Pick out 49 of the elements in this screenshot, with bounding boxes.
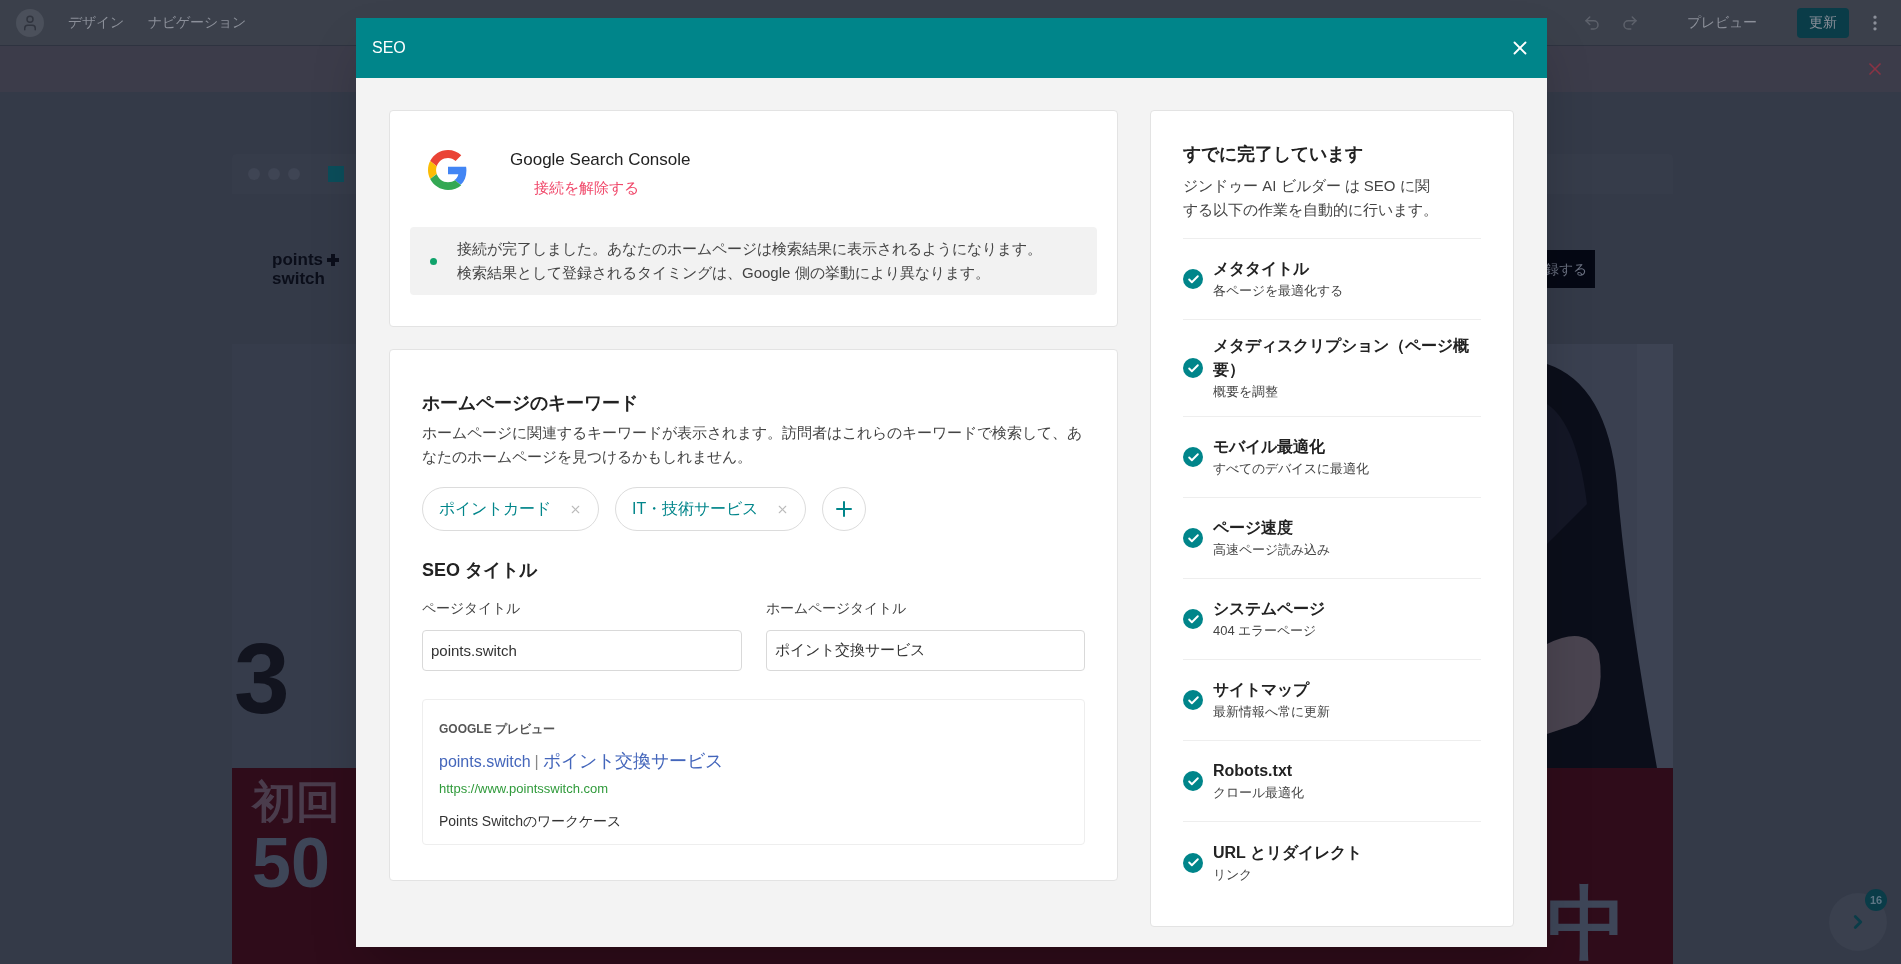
preview-page-title: points.switch <box>439 752 531 772</box>
redo-icon[interactable] <box>1621 13 1639 32</box>
task-title: モバイル最適化 <box>1213 437 1326 457</box>
task-title: サイトマップ <box>1213 680 1311 700</box>
section-heading: SEO タイトル <box>422 559 539 582</box>
title-input-field[interactable]: points.switch <box>422 630 742 671</box>
section-description: ホームページに関連するキーワードが表示されます。訪問者はこれらのキーワードで検索して、あなたのホームページを見つけるかもしれません。 <box>422 423 1083 467</box>
update-button[interactable]: 更新 <box>1797 7 1849 38</box>
task-detail: 最新情報へ常に更新 <box>1213 703 1330 721</box>
nav-link[interactable]: デザイン <box>68 12 124 33</box>
title-separator: | <box>534 752 539 772</box>
task-title: システムページ <box>1213 599 1325 619</box>
card-heading: すでに完了しています <box>1183 143 1364 166</box>
task-title: Robots.txt <box>1213 761 1294 781</box>
preview-description: Points Switchのワークケース <box>439 811 623 831</box>
status-text: 検索結果として登録されるタイミングは、Google 側の挙動により異なります。 <box>457 263 991 283</box>
nav-link[interactable]: ナビゲーション <box>148 12 246 33</box>
task-title: ページ速度 <box>1213 518 1294 538</box>
preview-link[interactable]: プレビュー <box>1687 12 1757 33</box>
plus-icon <box>327 253 339 266</box>
banner-text: 中 <box>1547 884 1627 964</box>
task-detail: リンク <box>1213 865 1253 884</box>
card-description: ジンドゥー AI ビルダー は SEO に関する以下の作業を自動的に行います。 <box>1183 174 1481 239</box>
task-title: メタタイトル <box>1213 259 1310 279</box>
task-detail: 概要を調整 <box>1213 383 1279 401</box>
section-heading: ホームページのキーワード <box>422 392 639 415</box>
task-detail: すべてのデバイスに最適化 <box>1213 460 1369 478</box>
banner-number: 50 <box>252 828 331 898</box>
card-title: Google Search Console <box>510 149 691 171</box>
title-input-field[interactable]: ポイント交換サービス <box>765 630 1085 671</box>
disconnect-link[interactable]: 接続を解除する <box>534 176 691 199</box>
field-label: ホームページタイトル <box>765 599 907 618</box>
preview-site-title: ポイント交換サービス <box>542 750 723 773</box>
task-title: URL とリダイレクト <box>1213 842 1363 863</box>
dialog-title: SEO <box>372 38 406 58</box>
task-detail: 各ページを最適化する <box>1213 282 1343 300</box>
google-logo-icon <box>428 150 468 190</box>
notification-badge: 16 <box>1865 889 1887 911</box>
preview-url: https://www.pointsswitch.com <box>439 780 610 798</box>
task-detail: 404 エラーページ <box>1213 622 1318 640</box>
undo-icon[interactable] <box>1583 13 1601 32</box>
field-label: ページタイトル <box>422 599 521 618</box>
status-text: 接続が完了しました。あなたのホームページは検索結果に表示されるようになります。 <box>457 239 1042 259</box>
favicon-icon <box>328 166 344 182</box>
task-title: メタディスクリプション（ページ概要） <box>1213 336 1470 380</box>
avatar-icon[interactable] <box>16 8 44 37</box>
task-detail: クロール最適化 <box>1213 784 1304 802</box>
preview-label: GOOGLE プレビュー <box>439 721 556 738</box>
task-detail: 高速ページ読み込み <box>1213 541 1330 559</box>
